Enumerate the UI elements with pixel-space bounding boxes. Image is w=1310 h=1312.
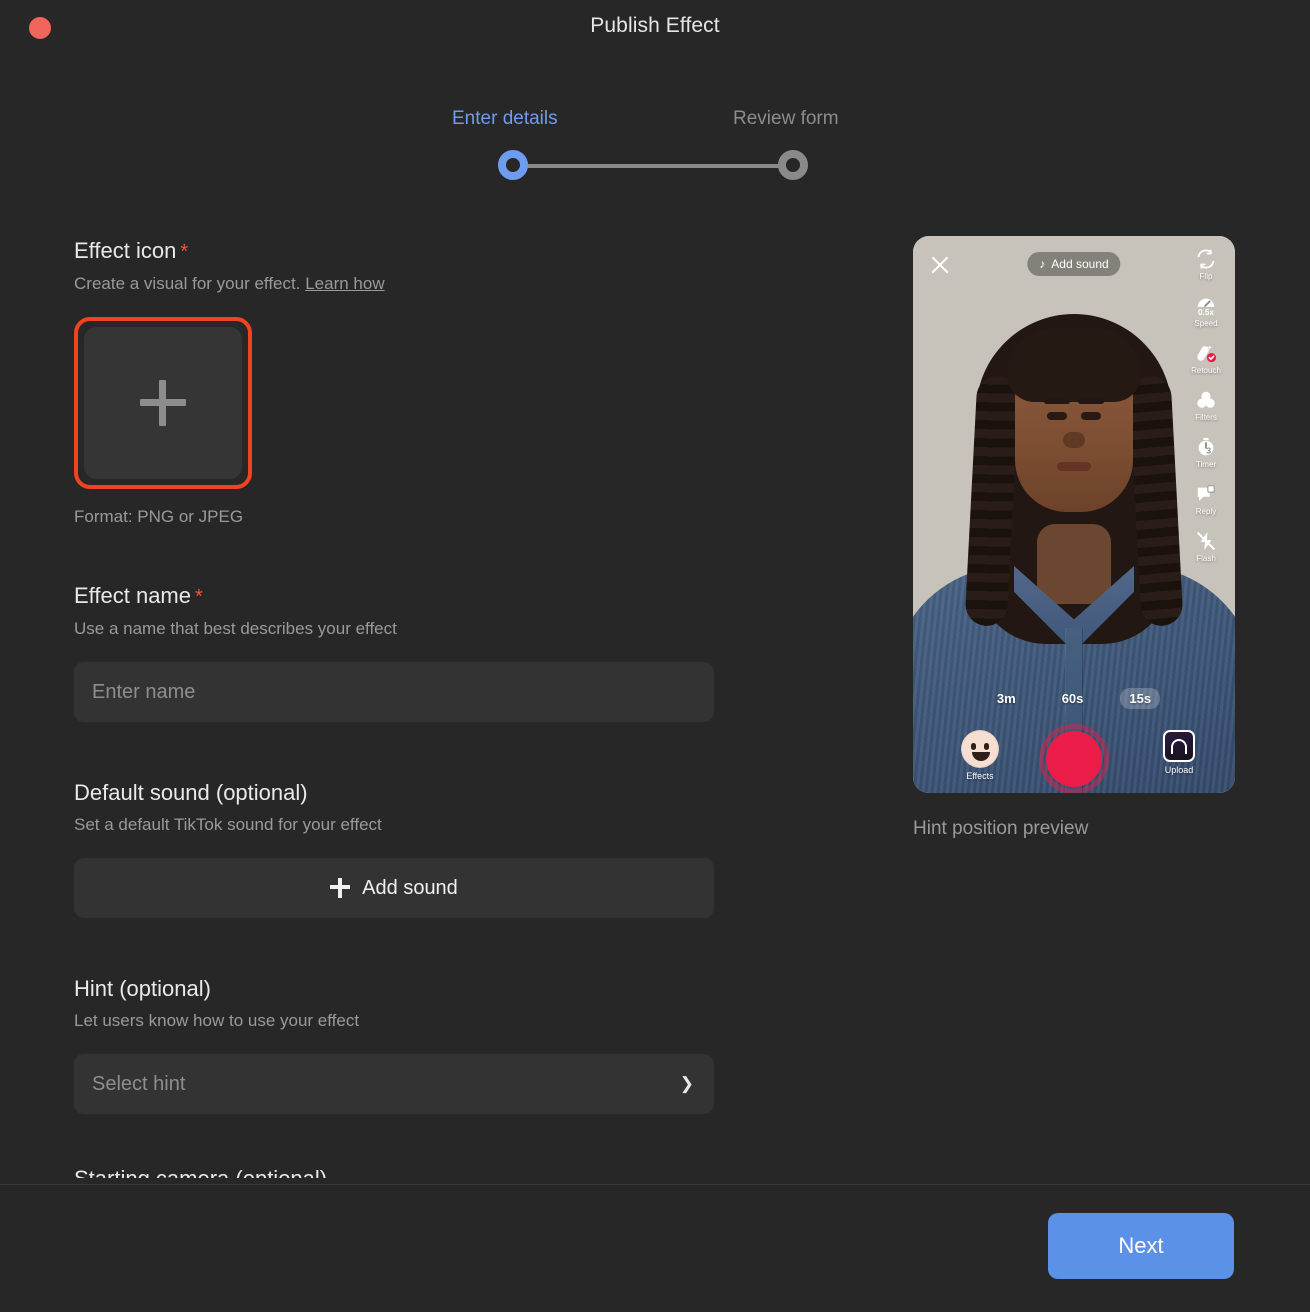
flip-camera-icon [1195, 248, 1217, 270]
rail-item-reply[interactable]: Reply [1195, 483, 1217, 516]
effect-icon-upload-button[interactable] [84, 327, 242, 479]
next-section-title-clipped: Starting camera (optional) [74, 1166, 774, 1178]
effects-icon [961, 730, 999, 768]
photo-eye-right [1081, 412, 1101, 420]
effect-form: Effect icon * Create a visual for your ef… [74, 236, 774, 1178]
required-asterisk: * [195, 586, 203, 608]
preview-caption: Hint position preview [913, 818, 1089, 839]
rail-item-retouch[interactable]: Retouch [1191, 342, 1221, 375]
rail-item-flash[interactable]: Flash [1195, 530, 1217, 563]
rail-label-timer: Timer [1195, 460, 1217, 469]
hint-select[interactable]: Select hint ❯ [74, 1054, 714, 1114]
photo-eye-left [1047, 412, 1067, 420]
photo-neck [1037, 524, 1111, 604]
speed-icon: 0.5x [1195, 295, 1217, 317]
publish-effect-window: Publish Effect Enter details Review form… [0, 0, 1310, 1312]
photo-mouth [1057, 462, 1091, 471]
effect-name-subtitle: Use a name that best describes your effe… [74, 619, 397, 638]
next-button[interactable]: Next [1048, 1213, 1234, 1279]
window-title: Publish Effect [590, 14, 720, 37]
upload-button-label: Upload [1164, 765, 1194, 775]
duration-option-15s[interactable]: 15s [1120, 688, 1161, 709]
svg-text:3: 3 [1206, 446, 1211, 455]
photo-hair-top [1007, 328, 1141, 402]
default-sound-subtitle: Set a default TikTok sound for your effe… [74, 815, 382, 834]
rail-label-flash: Flash [1196, 554, 1216, 563]
camera-tool-rail: Flip 0.5x Speed Retouch Filters 3 Timer … [1183, 248, 1229, 563]
retouch-icon [1195, 342, 1217, 364]
field-hint: Hint (optional) Let users know how to us… [74, 974, 774, 1114]
add-sound-pill-label: Add sound [1051, 257, 1109, 271]
add-sound-pill[interactable]: ♪ Add sound [1027, 252, 1121, 276]
effect-icon-subtitle-text: Create a visual for your effect. [74, 274, 301, 293]
hint-title: Hint (optional) [74, 976, 211, 1001]
dialog-footer: Next [0, 1184, 1310, 1312]
phone-preview: ♪ Add sound Flip 0.5x Speed Retouch Filt… [913, 236, 1235, 793]
stepper-track [513, 164, 793, 168]
default-sound-title: Default sound (optional) [74, 780, 308, 805]
rail-item-filters[interactable]: Filters [1195, 389, 1217, 422]
duration-selector: 3m 60s 15s [913, 688, 1235, 709]
hint-select-placeholder: Select hint [92, 1072, 186, 1095]
rail-label-retouch: Retouch [1191, 366, 1221, 375]
timer-icon: 3 [1195, 436, 1217, 458]
svg-text:0.5x: 0.5x [1198, 308, 1214, 317]
duration-option-3m[interactable]: 3m [988, 688, 1025, 709]
upload-icon [1163, 730, 1195, 762]
duration-option-60s[interactable]: 60s [1053, 688, 1093, 709]
effect-name-title: Effect name * [74, 581, 774, 612]
rail-label-flip: Flip [1199, 272, 1213, 281]
add-sound-button[interactable]: Add sound [74, 858, 714, 918]
rail-label-reply: Reply [1195, 507, 1217, 516]
rail-label-speed: Speed [1194, 319, 1218, 328]
wizard-stepper: Enter details Review form [0, 108, 1310, 180]
field-effect-name: Effect name * Use a name that best descri… [74, 581, 774, 722]
effects-button-label: Effects [966, 771, 994, 781]
learn-how-link[interactable]: Learn how [305, 274, 384, 293]
effect-icon-format-note: Format: PNG or JPEG [74, 507, 244, 526]
plus-icon [140, 380, 186, 426]
field-default-sound: Default sound (optional) Set a default T… [74, 778, 774, 918]
rail-item-timer[interactable]: 3 Timer [1195, 436, 1217, 469]
photo-nose [1063, 432, 1085, 448]
add-sound-button-label: Add sound [362, 876, 458, 899]
effect-icon-subtitle: Create a visual for your effect. Learn h… [74, 271, 774, 297]
camera-controls: Effects Upload [913, 724, 1235, 793]
stepper-dot-enter-details[interactable] [498, 150, 528, 180]
upload-button[interactable]: Upload [1163, 730, 1195, 775]
window-title-bar: Publish Effect [0, 0, 1310, 58]
filters-icon [1195, 389, 1217, 411]
field-effect-icon: Effect icon * Create a visual for your ef… [74, 236, 774, 527]
effects-button[interactable]: Effects [961, 730, 999, 781]
rail-item-flip[interactable]: Flip [1195, 248, 1217, 281]
rail-label-filters: Filters [1195, 413, 1217, 422]
effect-icon-upload-highlight [74, 317, 252, 489]
rail-item-speed[interactable]: 0.5x Speed [1194, 295, 1218, 328]
effect-icon-title: Effect icon * [74, 236, 774, 267]
close-icon[interactable] [929, 254, 951, 276]
effect-name-title-text: Effect name [74, 583, 191, 608]
reply-icon [1195, 483, 1217, 505]
photo-brow-right [1078, 399, 1104, 404]
step-label-review-form[interactable]: Review form [733, 108, 839, 130]
effect-name-input[interactable]: Enter name [74, 662, 714, 722]
effect-icon-title-text: Effect icon [74, 238, 177, 263]
effect-name-placeholder: Enter name [92, 680, 196, 703]
record-button-core [1046, 731, 1102, 787]
required-asterisk: * [180, 241, 189, 263]
plus-icon [330, 878, 351, 898]
flash-off-icon [1195, 530, 1217, 552]
hint-preview-panel: ♪ Add sound Flip 0.5x Speed Retouch Filt… [913, 236, 1235, 840]
music-note-icon: ♪ [1039, 257, 1046, 271]
photo-brow-left [1044, 399, 1070, 404]
hint-subtitle: Let users know how to use your effect [74, 1011, 360, 1030]
stepper-dot-review-form[interactable] [778, 150, 808, 180]
chevron-down-icon: ❯ [679, 1074, 694, 1093]
step-label-enter-details[interactable]: Enter details [452, 108, 558, 130]
record-button[interactable] [1039, 724, 1109, 793]
